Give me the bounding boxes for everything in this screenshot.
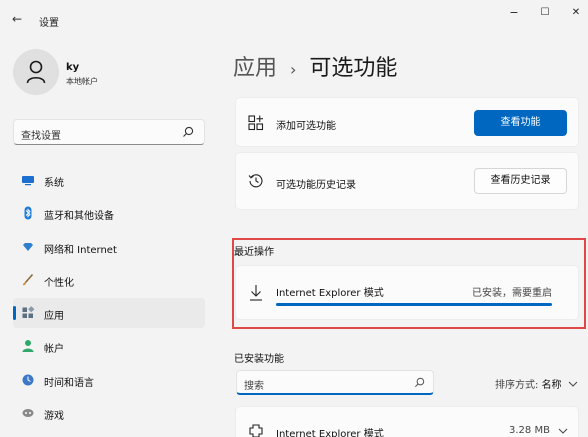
sidebar-item-label: 时间和语言 bbox=[44, 378, 94, 389]
breadcrumb-separator: › bbox=[290, 60, 297, 79]
view-history-button[interactable]: 查看历史记录 bbox=[474, 168, 567, 194]
sort-prefix: 排序方式: bbox=[495, 380, 539, 391]
monitor-icon bbox=[22, 176, 34, 186]
installed-search-placeholder: 搜索 bbox=[244, 381, 264, 392]
installed-item-label: Internet Explorer 模式 bbox=[276, 429, 384, 437]
apps-icon bbox=[22, 306, 35, 318]
sidebar-item-label: 蓝牙和其他设备 bbox=[44, 211, 114, 222]
active-indicator bbox=[13, 306, 16, 320]
sort-value: 名称 bbox=[541, 380, 562, 391]
bluetooth-icon bbox=[24, 206, 32, 220]
sidebar-item-label: 网络和 Internet bbox=[44, 245, 117, 256]
minimize-button[interactable]: − bbox=[507, 6, 521, 19]
sidebar-item-label: 游戏 bbox=[44, 411, 64, 422]
maximize-button[interactable]: ☐ bbox=[538, 7, 552, 18]
search-icon bbox=[183, 126, 194, 137]
history-label: 可选功能历史记录 bbox=[276, 180, 356, 191]
gamepad-icon bbox=[22, 409, 34, 417]
install-progress-bar bbox=[276, 303, 552, 306]
sidebar-item-label: 个性化 bbox=[44, 278, 74, 289]
app-title: 设置 bbox=[39, 18, 59, 29]
sidebar-item-time-language[interactable]: 时间和语言 bbox=[13, 365, 205, 395]
sidebar-item-label: 系统 bbox=[44, 178, 64, 189]
gear-puzzle-icon bbox=[249, 424, 263, 437]
history-card: 可选功能历史记录 查看历史记录 bbox=[235, 152, 579, 210]
globe-clock-icon bbox=[22, 374, 34, 386]
sort-dropdown[interactable]: 排序方式: 名称 bbox=[495, 376, 578, 391]
sidebar-item-network[interactable]: 网络和 Internet bbox=[13, 232, 205, 262]
account-icon bbox=[22, 340, 34, 352]
back-button[interactable]: ← bbox=[12, 12, 22, 26]
wifi-diamond-icon bbox=[23, 243, 33, 251]
installed-item-size: 3.28 MB bbox=[509, 425, 550, 436]
chevron-down-icon bbox=[568, 381, 578, 387]
add-feature-card: 添加可选功能 查看功能 bbox=[235, 97, 579, 147]
recent-item-status: 已安装，需要重启 bbox=[472, 288, 552, 299]
page-title: 可选功能 bbox=[309, 56, 398, 81]
recent-item-label: Internet Explorer 模式 bbox=[276, 288, 384, 299]
sidebar-item-apps[interactable]: 应用 bbox=[13, 298, 205, 328]
recent-actions-heading: 最近操作 bbox=[234, 247, 274, 258]
close-button[interactable]: ✕ bbox=[569, 7, 583, 18]
installed-feature-item[interactable]: Internet Explorer 模式 3.28 MB bbox=[235, 406, 579, 437]
sidebar-item-gaming[interactable]: 游戏 bbox=[13, 398, 205, 428]
breadcrumb-parent[interactable]: 应用 bbox=[233, 56, 277, 81]
search-icon bbox=[415, 377, 425, 387]
brush-icon bbox=[23, 273, 34, 286]
installed-heading: 已安装功能 bbox=[234, 354, 284, 365]
breadcrumb: 应用 › 可选功能 bbox=[233, 50, 397, 82]
view-features-button[interactable]: 查看功能 bbox=[474, 110, 567, 136]
sidebar-item-label: 帐户 bbox=[44, 344, 64, 355]
history-icon bbox=[248, 174, 263, 188]
sidebar-item-personalization[interactable]: 个性化 bbox=[13, 265, 205, 295]
add-feature-label: 添加可选功能 bbox=[276, 121, 336, 132]
download-icon bbox=[250, 285, 262, 301]
sidebar-item-bluetooth[interactable]: 蓝牙和其他设备 bbox=[13, 198, 205, 228]
recent-action-item: Internet Explorer 模式 已安装，需要重启 bbox=[235, 265, 579, 320]
sidebar-item-system[interactable]: 系统 bbox=[13, 165, 205, 195]
chevron-down-icon[interactable] bbox=[558, 427, 568, 435]
installed-search-input[interactable]: 搜索 bbox=[236, 370, 434, 395]
add-grid-icon bbox=[248, 115, 264, 131]
title-bar: ← 设置 − ☐ ✕ bbox=[0, 0, 588, 38]
sidebar-item-accounts[interactable]: 帐户 bbox=[13, 331, 205, 361]
avatar[interactable] bbox=[13, 49, 59, 95]
account-type: 本地帐户 bbox=[66, 77, 98, 86]
user-name: ky bbox=[66, 62, 80, 73]
search-placeholder: 查找设置 bbox=[21, 131, 61, 142]
person-icon bbox=[26, 60, 46, 84]
sidebar-item-label: 应用 bbox=[44, 311, 64, 322]
settings-search-input[interactable]: 查找设置 bbox=[13, 119, 205, 145]
